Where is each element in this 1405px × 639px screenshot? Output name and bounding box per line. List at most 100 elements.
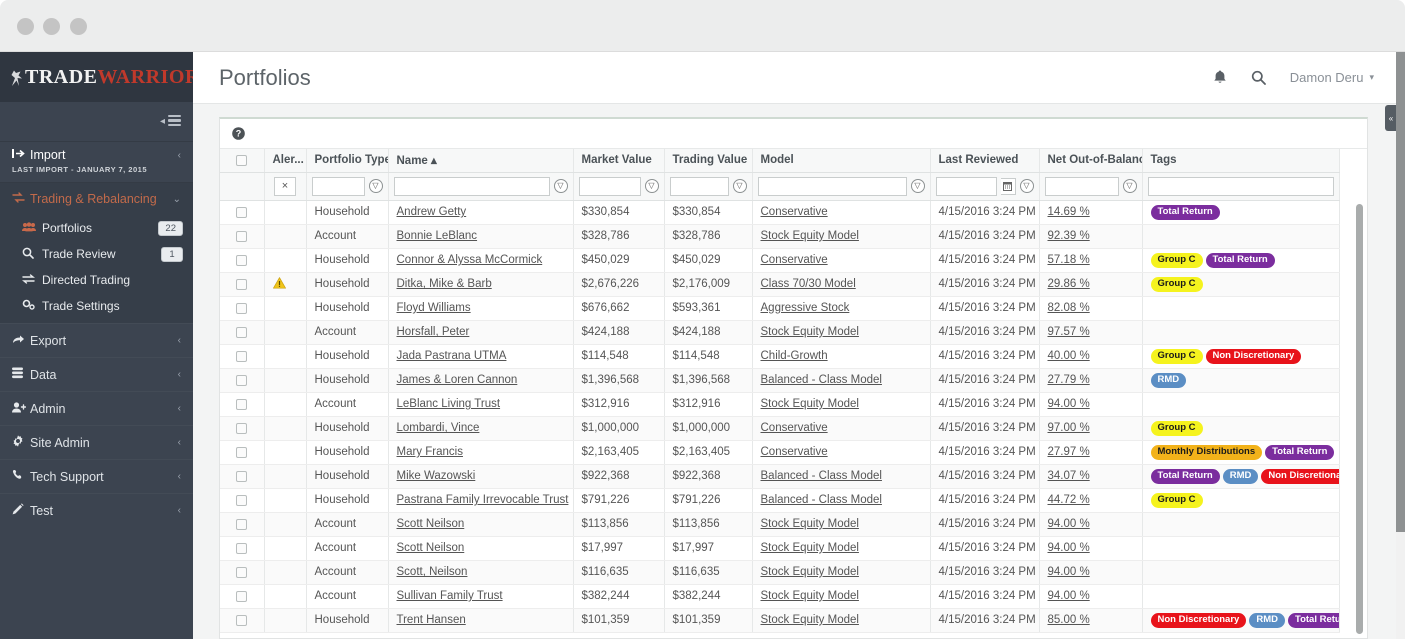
net-out-of-balance-link[interactable]: 40.00 % [1048,350,1090,362]
tag-badge[interactable]: Total Return [1150,204,1220,220]
table-row[interactable]: Account Bonnie LeBlanc $328,786 $328,786 Sto… [220,224,1340,249]
net-out-of-balance-link[interactable]: 94.00 % [1048,566,1090,578]
portfolio-name-link[interactable]: James & Loren Cannon [397,374,518,386]
table-row[interactable]: Account Scott Neilson $113,856 $113,856 Stoc… [220,512,1340,537]
filter-input-market_value[interactable] [578,176,641,196]
model-link[interactable]: Stock Equity Model [761,542,859,554]
column-header-trading_value[interactable]: Trading Value [664,149,753,173]
filter-funnel-icon-trading_value[interactable]: ▽ [732,179,747,193]
sidebar-group-trading-header[interactable]: Trading & Rebalancing ⌄ [0,183,193,215]
window-close-button[interactable] [17,18,34,35]
filter-input-trading_value[interactable] [669,176,729,196]
net-out-of-balance-link[interactable]: 94.00 % [1048,518,1090,530]
model-link[interactable]: Conservative [761,422,828,434]
grid-vertical-scrollbar[interactable] [1356,204,1363,634]
sidebar-item-portfolios[interactable]: Portfolios 22 [0,215,193,241]
model-link[interactable]: Child-Growth [761,350,828,362]
clear-alerts-filter-button[interactable]: × [274,176,296,196]
sidebar-item-site-admin[interactable]: Site Admin ‹ [0,425,193,459]
model-link[interactable]: Balanced - Class Model [761,494,882,506]
portfolio-name-link[interactable]: Horsfall, Peter [397,326,470,338]
filter-funnel-icon-portfolio_type[interactable]: ▽ [368,179,383,193]
net-out-of-balance-link[interactable]: 27.79 % [1048,374,1090,386]
tag-badge[interactable]: Total Return [1287,612,1338,628]
net-out-of-balance-link[interactable]: 97.57 % [1048,326,1090,338]
column-header-last_reviewed[interactable]: Last Reviewed [930,149,1040,173]
portfolios-grid-scroll-region[interactable]: Aler... Portfolio Type Name ▴ Market Value T… [220,149,1367,638]
filter-input-name[interactable] [393,176,550,196]
app-logo[interactable]: TRADE WARRIOR [0,52,199,102]
net-out-of-balance-link[interactable]: 44.72 % [1048,494,1090,506]
column-header-market_value[interactable]: Market Value [573,149,665,173]
table-row[interactable]: Household Connor & Alyssa McCormick $450,0… [220,248,1340,273]
row-checkbox[interactable] [236,446,248,458]
net-out-of-balance-link[interactable]: 92.39 % [1048,230,1090,242]
table-row[interactable]: Account LeBlanc Living Trust $312,916 $312,… [220,392,1340,417]
row-checkbox[interactable] [236,374,248,386]
portfolio-name-link[interactable]: Connor & Alyssa McCormick [397,254,543,266]
table-row[interactable]: Household Mike Wazowski $922,368 $922,368 Ba… [220,464,1340,489]
model-link[interactable]: Class 70/30 Model [761,278,856,290]
sidebar-item-admin[interactable]: Admin ‹ [0,391,193,425]
filter-funnel-icon-name[interactable]: ▽ [553,179,568,193]
sidebar-item-import[interactable]: Import ‹ LAST IMPORT - JANUARY 7, 2015 [0,142,193,183]
row-checkbox[interactable] [236,470,248,482]
table-row[interactable]: Account Scott Neilson $17,997 $17,997 Stock … [220,536,1340,561]
user-menu[interactable]: Damon Deru ▾ [1290,70,1374,85]
net-out-of-balance-link[interactable]: 97.00 % [1048,422,1090,434]
row-checkbox[interactable] [236,422,248,434]
row-checkbox[interactable] [236,614,248,626]
row-checkbox[interactable] [236,350,248,362]
portfolio-name-link[interactable]: Bonnie LeBlanc [397,230,478,242]
filter-funnel-icon-market_value[interactable]: ▽ [644,179,659,193]
sidebar-item-tech-support[interactable]: Tech Support ‹ [0,459,193,493]
model-link[interactable]: Stock Equity Model [761,518,859,530]
row-checkbox[interactable] [236,206,248,218]
table-row[interactable]: Account Horsfall, Peter $424,188 $424,188 St… [220,320,1340,345]
table-row[interactable]: Household Ditka, Mike & Barb $2,676,226 $2,… [220,272,1340,297]
portfolio-name-link[interactable]: Lombardi, Vince [397,422,480,434]
row-checkbox[interactable] [236,278,248,290]
column-header-alerts[interactable]: Aler... [264,149,307,173]
filter-input-last_reviewed[interactable] [935,176,997,196]
table-row[interactable]: Household Lombardi, Vince $1,000,000 $1,000… [220,416,1340,441]
warning-triangle-icon[interactable] [272,276,298,292]
tag-badge[interactable]: RMD [1249,612,1285,628]
row-checkbox[interactable] [236,566,248,578]
model-link[interactable]: Conservative [761,446,828,458]
tag-badge[interactable]: Total Return [1265,444,1335,460]
tag-badge[interactable]: Non Discretionary [1150,612,1247,628]
window-maximize-button[interactable] [70,18,87,35]
page-vertical-scrollbar[interactable] [1396,52,1405,639]
column-header-portfolio_type[interactable]: Portfolio Type [306,149,389,173]
sidebar-item-export[interactable]: Export ‹ [0,323,193,357]
model-link[interactable]: Balanced - Class Model [761,470,882,482]
portfolio-name-link[interactable]: Jada Pastrana UTMA [397,350,507,362]
tag-badge[interactable]: RMD [1150,372,1187,388]
tag-badge[interactable]: Non Discretionary [1205,348,1302,364]
portfolio-name-link[interactable]: Scott Neilson [397,518,465,530]
table-row[interactable]: Household Mary Francis $2,163,405 $2,163,40… [220,440,1340,465]
model-link[interactable]: Stock Equity Model [761,590,859,602]
window-minimize-button[interactable] [43,18,60,35]
search-icon[interactable] [1251,70,1266,85]
sidebar-collapse-toggle[interactable]: ◂ [0,102,193,142]
column-header-net_out_of_balance[interactable]: Net Out-of-Balance [1039,149,1143,173]
table-row[interactable]: Household Trent Hansen $101,359 $101,359 Sto… [220,608,1340,633]
portfolio-name-link[interactable]: LeBlanc Living Trust [397,398,501,410]
model-link[interactable]: Conservative [761,206,828,218]
row-checkbox[interactable] [236,590,248,602]
portfolio-name-link[interactable]: Andrew Getty [397,206,467,218]
filter-input-model[interactable] [757,176,907,196]
portfolio-name-link[interactable]: Sullivan Family Trust [397,590,503,602]
net-out-of-balance-link[interactable]: 82.08 % [1048,302,1090,314]
model-link[interactable]: Stock Equity Model [761,230,859,242]
net-out-of-balance-link[interactable]: 34.07 % [1048,470,1090,482]
portfolio-name-link[interactable]: Ditka, Mike & Barb [397,278,492,290]
model-link[interactable]: Stock Equity Model [761,398,859,410]
grid-scrollbar-thumb[interactable] [1356,204,1363,634]
sidebar-item-trade-settings[interactable]: Trade Settings [0,293,193,319]
net-out-of-balance-link[interactable]: 85.00 % [1048,614,1090,626]
model-link[interactable]: Conservative [761,254,828,266]
tag-badge[interactable]: Group C [1150,420,1203,436]
